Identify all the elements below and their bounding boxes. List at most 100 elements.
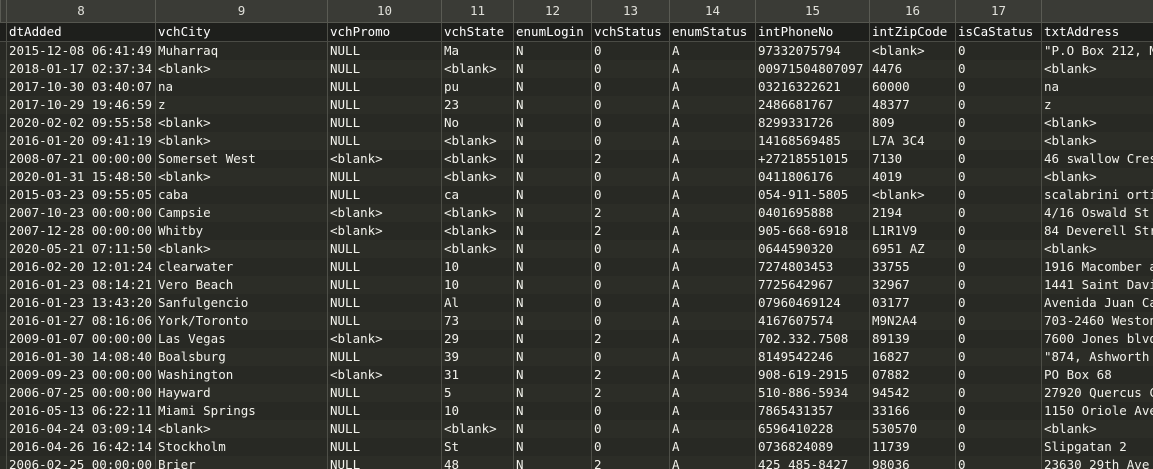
cell-enumstatus[interactable]: A [669, 294, 755, 312]
cell-intphoneno[interactable]: 00971504807097 [755, 60, 869, 78]
cell-iscastatus[interactable]: 0 [955, 294, 1041, 312]
column-number-cell[interactable]: 11 [441, 0, 513, 22]
cell-enumstatus[interactable]: A [669, 456, 755, 469]
cell-enumstatus[interactable]: A [669, 276, 755, 294]
cell-vchstate[interactable]: 48 [441, 456, 513, 469]
table-row[interactable]: 2020-01-31 15:48:50 <blank> NULL <blank> N 0 A… [0, 168, 1153, 186]
cell-intzipcode[interactable]: 33755 [869, 258, 955, 276]
cell-intzipcode[interactable]: L7A 3C4 [869, 132, 955, 150]
cell-vchpromo[interactable]: NULL [327, 294, 441, 312]
cell-enumstatus[interactable]: A [669, 438, 755, 456]
cell-intphoneno[interactable]: 7865431357 [755, 402, 869, 420]
cell-intphoneno[interactable]: 14168569485 [755, 132, 869, 150]
cell-vchcity[interactable]: York/Toronto [155, 312, 327, 330]
cell-dtadded[interactable]: 2009-09-23 00:00:00 [6, 366, 155, 384]
cell-vchpromo[interactable]: NULL [327, 312, 441, 330]
cell-vchstatus[interactable]: 0 [591, 42, 669, 60]
column-header-vchstate[interactable]: vchState [441, 23, 513, 41]
cell-intphoneno[interactable]: 7274803453 [755, 258, 869, 276]
cell-enumstatus[interactable]: A [669, 402, 755, 420]
cell-iscastatus[interactable]: 0 [955, 42, 1041, 60]
cell-intzipcode[interactable]: 98036 [869, 456, 955, 469]
cell-vchcity[interactable]: <blank> [155, 60, 327, 78]
cell-enumstatus[interactable]: A [669, 96, 755, 114]
cell-intzipcode[interactable]: 6951 AZ [869, 240, 955, 258]
cell-txtaddress[interactable]: Avenida Juan Car [1041, 294, 1153, 312]
cell-vchstate[interactable]: 10 [441, 258, 513, 276]
cell-iscastatus[interactable]: 0 [955, 114, 1041, 132]
cell-vchstatus[interactable]: 0 [591, 438, 669, 456]
data-grid[interactable]: 8 9 10 11 12 13 14 15 16 17 dtAdded vchC… [0, 0, 1153, 469]
cell-enumstatus[interactable]: A [669, 204, 755, 222]
cell-intphoneno[interactable]: 6596410228 [755, 420, 869, 438]
cell-dtadded[interactable]: 2016-01-23 13:43:20 [6, 294, 155, 312]
table-row[interactable]: 2015-03-23 09:55:05 caba NULL ca N 0 A 054-911-… [0, 186, 1153, 204]
cell-enumlogin[interactable]: N [513, 168, 591, 186]
cell-vchpromo[interactable]: <blank> [327, 222, 441, 240]
cell-enumlogin[interactable]: N [513, 330, 591, 348]
cell-vchstatus[interactable]: 0 [591, 240, 669, 258]
cell-iscastatus[interactable]: 0 [955, 222, 1041, 240]
cell-vchcity[interactable]: caba [155, 186, 327, 204]
cell-intphoneno[interactable]: 510-886-5934 [755, 384, 869, 402]
cell-txtaddress[interactable]: 46 swallow Cres [1041, 150, 1153, 168]
column-number-cell[interactable]: 17 [955, 0, 1041, 22]
cell-vchcity[interactable]: <blank> [155, 420, 327, 438]
cell-intzipcode[interactable]: M9N2A4 [869, 312, 955, 330]
cell-dtadded[interactable]: 2016-01-20 09:41:19 [6, 132, 155, 150]
column-header-enumlogin[interactable]: enumLogin [513, 23, 591, 41]
cell-intphoneno[interactable]: 054-911-5805 [755, 186, 869, 204]
cell-enumlogin[interactable]: N [513, 312, 591, 330]
cell-vchstate[interactable]: Al [441, 294, 513, 312]
cell-dtadded[interactable]: 2016-01-23 08:14:21 [6, 276, 155, 294]
cell-txtaddress[interactable]: 84 Deverell Stre [1041, 222, 1153, 240]
cell-enumlogin[interactable]: N [513, 240, 591, 258]
cell-txtaddress[interactable]: scalabrini ortiz [1041, 186, 1153, 204]
table-row[interactable]: 2006-02-25 00:00:00 Brier NULL 48 N 2 A 425 485… [0, 456, 1153, 469]
table-row[interactable]: 2008-07-21 00:00:00 Somerset West <blank> <… [0, 150, 1153, 168]
cell-vchpromo[interactable]: NULL [327, 420, 441, 438]
cell-enumlogin[interactable]: N [513, 132, 591, 150]
cell-enumstatus[interactable]: A [669, 420, 755, 438]
table-row[interactable]: 2016-05-13 06:22:11 Miami Springs NULL 10 N 0… [0, 402, 1153, 420]
cell-vchpromo[interactable]: <blank> [327, 330, 441, 348]
cell-vchstatus[interactable]: 2 [591, 222, 669, 240]
cell-vchcity[interactable]: clearwater [155, 258, 327, 276]
cell-intphoneno[interactable]: 0736824089 [755, 438, 869, 456]
column-number-cell[interactable] [1041, 0, 1153, 22]
cell-vchstate[interactable]: <blank> [441, 60, 513, 78]
cell-vchstate[interactable]: pu [441, 78, 513, 96]
cell-dtadded[interactable]: 2016-05-13 06:22:11 [6, 402, 155, 420]
cell-txtaddress[interactable]: <blank> [1041, 420, 1153, 438]
table-row[interactable]: 2020-02-02 09:55:58 <blank> NULL No N 0 A 82993… [0, 114, 1153, 132]
cell-vchpromo[interactable]: NULL [327, 60, 441, 78]
table-row[interactable]: 2016-01-27 08:16:06 York/Toronto NULL 73 N 0 A… [0, 312, 1153, 330]
cell-vchstatus[interactable]: 2 [591, 150, 669, 168]
cell-intphoneno[interactable]: 2486681767 [755, 96, 869, 114]
cell-enumstatus[interactable]: A [669, 186, 755, 204]
cell-intphoneno[interactable]: 8299331726 [755, 114, 869, 132]
column-number-cell[interactable]: 15 [755, 0, 869, 22]
column-number-cell[interactable]: 12 [513, 0, 591, 22]
cell-vchstate[interactable]: <blank> [441, 168, 513, 186]
cell-vchstatus[interactable]: 0 [591, 60, 669, 78]
cell-vchpromo[interactable]: NULL [327, 114, 441, 132]
column-header-vchstatus[interactable]: vchStatus [591, 23, 669, 41]
cell-vchstate[interactable]: <blank> [441, 420, 513, 438]
cell-intzipcode[interactable]: 11739 [869, 438, 955, 456]
cell-vchcity[interactable]: Muharraq [155, 42, 327, 60]
cell-enumlogin[interactable]: N [513, 456, 591, 469]
cell-enumstatus[interactable]: A [669, 222, 755, 240]
column-number-cell[interactable]: 16 [869, 0, 955, 22]
cell-vchstatus[interactable]: 2 [591, 366, 669, 384]
cell-vchcity[interactable]: <blank> [155, 240, 327, 258]
cell-vchcity[interactable]: Brier [155, 456, 327, 469]
cell-vchcity[interactable]: na [155, 78, 327, 96]
cell-vchstate[interactable]: <blank> [441, 240, 513, 258]
table-row[interactable]: 2016-01-23 13:43:20 Sanfulgencio NULL Al N 0 A… [0, 294, 1153, 312]
cell-dtadded[interactable]: 2006-07-25 00:00:00 [6, 384, 155, 402]
cell-vchstate[interactable]: <blank> [441, 150, 513, 168]
cell-intzipcode[interactable]: 32967 [869, 276, 955, 294]
cell-enumlogin[interactable]: N [513, 348, 591, 366]
cell-vchstate[interactable]: 31 [441, 366, 513, 384]
